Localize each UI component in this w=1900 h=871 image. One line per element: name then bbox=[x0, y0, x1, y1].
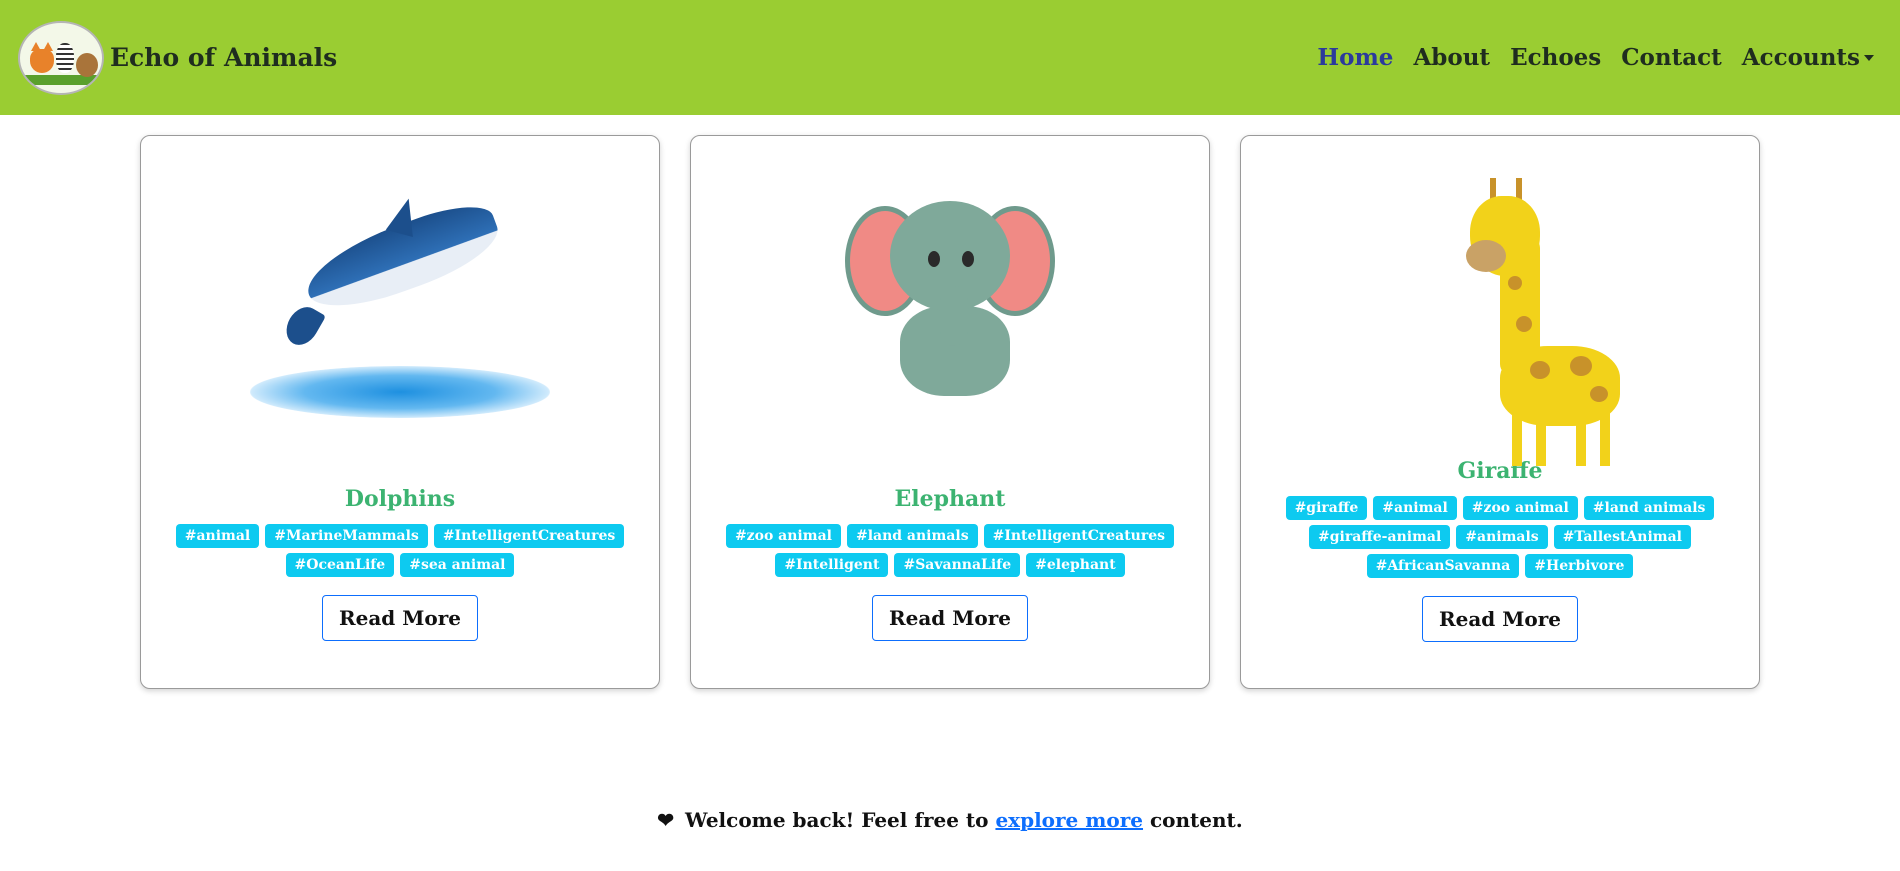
card-elephant: Elephant #zoo animal #land animals #Inte… bbox=[690, 135, 1210, 689]
nav-home[interactable]: Home bbox=[1317, 44, 1393, 71]
tag: #elephant bbox=[1026, 553, 1125, 577]
giraffe-illustration bbox=[1340, 156, 1660, 466]
tag: #zoo animal bbox=[1462, 496, 1578, 520]
read-more-button[interactable]: Read More bbox=[1422, 596, 1578, 642]
tag-list: #animal #MarineMammals #IntelligentCreat… bbox=[165, 524, 635, 577]
tag: #animals bbox=[1456, 525, 1548, 549]
explore-more-link[interactable]: explore more bbox=[995, 808, 1143, 832]
welcome-message: ❤ Welcome back! Feel free to explore mor… bbox=[0, 808, 1900, 832]
card-giraffe: Giraffe #giraffe #animal #zoo animal #la… bbox=[1240, 135, 1760, 689]
nav-accounts-dropdown[interactable]: Accounts bbox=[1742, 44, 1874, 71]
tag: #AfricanSavanna bbox=[1366, 554, 1520, 578]
read-more-button[interactable]: Read More bbox=[322, 595, 478, 641]
nav-contact[interactable]: Contact bbox=[1621, 44, 1722, 71]
brand-name[interactable]: Echo of Animals bbox=[110, 43, 337, 72]
tag: #animal bbox=[1373, 496, 1457, 520]
heart-icon: ❤ bbox=[657, 808, 675, 832]
tag: #IntelligentCreatures bbox=[983, 524, 1175, 548]
tag: #land animals bbox=[1583, 496, 1715, 520]
animals-logo-icon[interactable] bbox=[18, 20, 104, 95]
tag: #zoo animal bbox=[725, 524, 841, 548]
welcome-suffix: content. bbox=[1149, 808, 1243, 832]
tag-list: #zoo animal #land animals #IntelligentCr… bbox=[715, 524, 1185, 577]
nav-echoes[interactable]: Echoes bbox=[1510, 44, 1601, 71]
tag: #animal bbox=[175, 524, 260, 548]
tag: #MarineMammals bbox=[265, 524, 428, 548]
dolphin-illustration bbox=[240, 156, 560, 480]
card-title: Giraffe bbox=[1457, 458, 1543, 484]
tag: #TallestAnimal bbox=[1553, 525, 1691, 549]
card-title: Elephant bbox=[894, 486, 1006, 512]
tag: #IntelligentCreatures bbox=[433, 524, 625, 548]
brand[interactable]: Echo of Animals bbox=[18, 20, 337, 95]
nav-links: Home About Echoes Contact Accounts bbox=[1317, 44, 1874, 71]
tag: #SavannaLife bbox=[894, 553, 1021, 577]
tag: #land animals bbox=[846, 524, 978, 548]
tag-list: #giraffe #animal #zoo animal #land anima… bbox=[1265, 496, 1735, 578]
animal-cards: Dolphins #animal #MarineMammals #Intelli… bbox=[140, 135, 1760, 689]
tag: #giraffe bbox=[1285, 496, 1368, 520]
nav-about[interactable]: About bbox=[1413, 44, 1490, 71]
tag: #Herbivore bbox=[1525, 554, 1634, 578]
card-title: Dolphins bbox=[344, 486, 456, 512]
tag: #sea animal bbox=[400, 553, 515, 577]
elephant-illustration bbox=[790, 156, 1110, 480]
tag: #giraffe-animal bbox=[1309, 525, 1451, 549]
tag: #OceanLife bbox=[285, 553, 395, 577]
welcome-prefix: Welcome back! Feel free to bbox=[684, 808, 989, 832]
caret-down-icon bbox=[1864, 54, 1874, 61]
tag: #Intelligent bbox=[775, 553, 889, 577]
navbar: Echo of Animals Home About Echoes Contac… bbox=[0, 0, 1900, 115]
card-dolphins: Dolphins #animal #MarineMammals #Intelli… bbox=[140, 135, 660, 689]
read-more-button[interactable]: Read More bbox=[872, 595, 1028, 641]
nav-accounts[interactable]: Accounts bbox=[1742, 44, 1860, 71]
